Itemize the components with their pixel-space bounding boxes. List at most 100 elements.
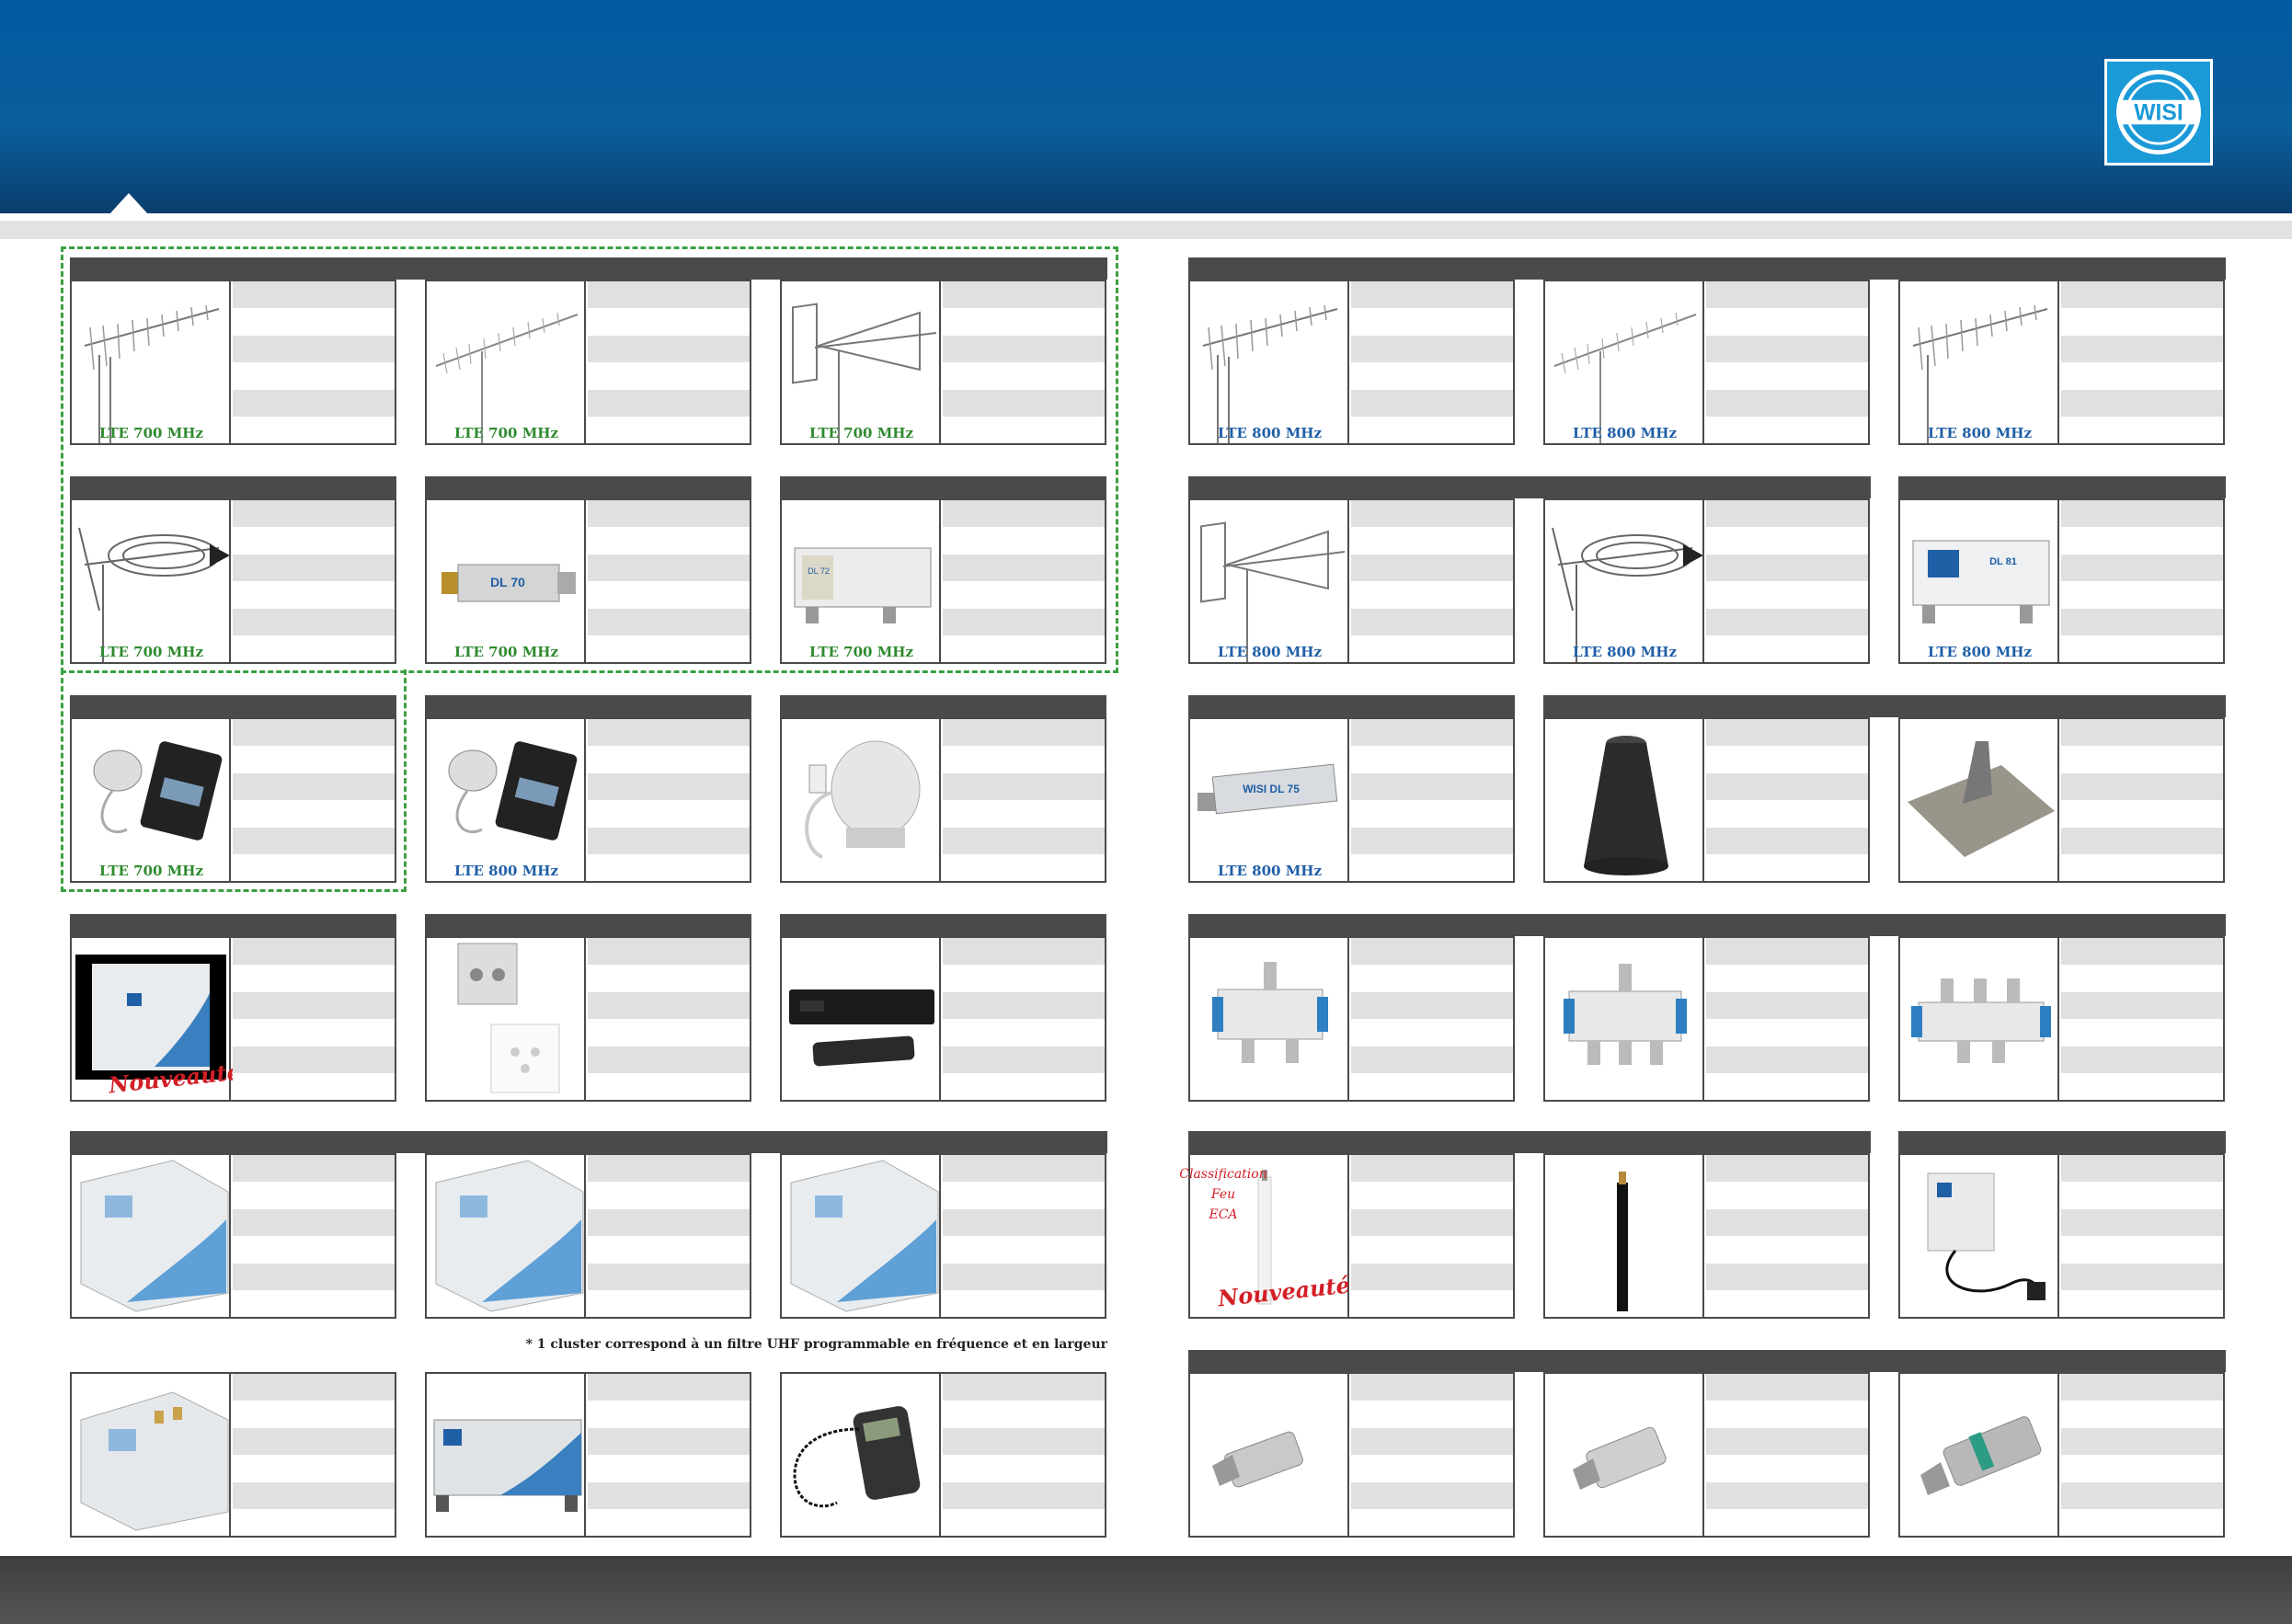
section-header — [780, 914, 1106, 936]
spec-table — [233, 281, 395, 443]
product-card[interactable] — [1898, 717, 2225, 883]
reflector-antenna-icon — [1545, 500, 1704, 662]
product-card[interactable]: Classification Feu ECA Nouveauté — [1179, 1153, 1515, 1319]
lte700-label: LTE 700 MHz — [809, 425, 913, 441]
section-header — [425, 695, 751, 717]
lte-filter-icon: DL 70 — [427, 500, 586, 662]
spec-table — [588, 281, 750, 443]
splitter-icon — [1900, 938, 2059, 1100]
section-header — [780, 476, 1106, 498]
section-header — [1188, 1131, 1871, 1153]
spec-table — [588, 500, 750, 662]
product-card[interactable]: LTE 800 MHz — [1188, 498, 1515, 664]
spec-table — [943, 281, 1105, 443]
spec-table — [233, 500, 395, 662]
spec-table — [233, 1155, 395, 1317]
spec-table — [588, 1374, 750, 1536]
classification-label: Classification — [1179, 1167, 1267, 1182]
product-card[interactable] — [780, 1372, 1106, 1538]
lte700-label: LTE 700 MHz — [809, 644, 913, 660]
product-card[interactable] — [780, 717, 1106, 883]
product-card[interactable] — [1543, 936, 1870, 1102]
product-card[interactable]: LTE 700 MHz — [70, 498, 396, 664]
product-card[interactable]: LTE 700 MHz — [70, 280, 396, 445]
spec-table — [2061, 938, 2223, 1100]
section-header — [1898, 476, 2226, 498]
spec-table — [943, 719, 1105, 881]
spec-table — [1706, 1155, 1868, 1317]
product-card[interactable] — [1898, 1153, 2225, 1319]
product-card[interactable]: DL 72 LTE 700 MHz — [780, 498, 1106, 664]
splitter-icon — [1545, 938, 1704, 1100]
spec-table — [2061, 719, 2223, 881]
product-card[interactable] — [1188, 1372, 1515, 1538]
spec-table — [943, 938, 1105, 1100]
product-card[interactable]: LTE 800 MHz — [425, 717, 751, 883]
product-card[interactable] — [425, 1153, 751, 1319]
lte800-label: LTE 800 MHz — [1928, 425, 2032, 441]
section-header — [1188, 257, 2226, 280]
amplifier-power-supply-icon — [72, 719, 231, 881]
lte800-label: LTE 800 MHz — [1573, 644, 1677, 660]
product-card[interactable] — [70, 1153, 396, 1319]
product-card[interactable]: WISI DL 75 LTE 800 MHz — [1188, 717, 1515, 883]
product-card[interactable]: LTE 700 MHz — [70, 717, 396, 883]
lte700-label: LTE 700 MHz — [454, 644, 558, 660]
lte800-label: LTE 800 MHz — [1928, 644, 2032, 660]
product-card[interactable]: LTE 800 MHz — [1543, 280, 1870, 445]
product-card[interactable] — [780, 936, 1106, 1102]
product-card[interactable] — [1543, 1153, 1870, 1319]
lte800-label: LTE 800 MHz — [1218, 644, 1322, 660]
spec-table — [1351, 1374, 1513, 1536]
bowtie-antenna-icon — [782, 281, 941, 443]
section-header — [70, 1131, 1107, 1153]
product-card[interactable] — [1188, 936, 1515, 1102]
product-card[interactable] — [1898, 1372, 2225, 1538]
section-header — [1188, 1350, 2226, 1372]
product-card[interactable] — [1543, 1372, 1870, 1538]
spec-table — [2061, 1374, 2223, 1536]
section-header — [1188, 914, 2226, 936]
product-card[interactable]: LTE 700 MHz — [780, 280, 1106, 445]
product-card[interactable]: LTE 800 MHz — [1188, 280, 1515, 445]
spec-table — [2061, 281, 2223, 443]
svg-text:WISI DL 75: WISI DL 75 — [1243, 783, 1300, 795]
product-card[interactable]: Nouveauté — [70, 936, 396, 1102]
section-header — [70, 476, 396, 498]
bowtie-antenna-icon — [1190, 500, 1349, 662]
product-card[interactable] — [1543, 717, 1870, 883]
f-connector-icon — [1900, 1374, 2059, 1536]
product-card[interactable] — [780, 1153, 1106, 1319]
spec-table — [1351, 1155, 1513, 1317]
product-card[interactable]: LTE 700 MHz — [425, 280, 751, 445]
svg-text:DL 70: DL 70 — [490, 575, 525, 589]
product-card[interactable]: LTE 800 MHz — [1543, 498, 1870, 664]
logperiodic-antenna-icon — [1545, 281, 1704, 443]
svg-text:WISI: WISI — [2134, 101, 2183, 126]
section-header — [1188, 695, 1515, 717]
fire-classification-note: Classification Feu ECA — [1168, 1164, 1278, 1225]
cone-icon — [1545, 719, 1704, 881]
product-card[interactable]: LTE 800 MHz — [1898, 280, 2225, 445]
catalog-page: WISI LTE 700 MHz LTE 700 MHz LTE 700 MHz… — [0, 0, 2292, 1624]
spec-table — [1351, 938, 1513, 1100]
spec-table — [1706, 938, 1868, 1100]
spec-table — [1706, 719, 1868, 881]
amplifier-icon — [782, 1155, 941, 1317]
product-card[interactable]: DL 81 LTE 800 MHz — [1898, 498, 2225, 664]
product-card[interactable] — [70, 1372, 396, 1538]
reflector-antenna-icon — [72, 500, 231, 662]
grey-strip — [0, 221, 2292, 239]
spec-table — [1351, 281, 1513, 443]
lte800-label: LTE 800 MHz — [454, 863, 558, 879]
spec-table — [233, 938, 395, 1100]
product-card[interactable] — [425, 936, 751, 1102]
product-card[interactable] — [1898, 936, 2225, 1102]
footer-bar — [0, 1556, 2292, 1624]
splitter-icon — [1190, 938, 1349, 1100]
product-card[interactable] — [425, 1372, 751, 1538]
section-header — [1188, 476, 1871, 498]
product-card[interactable]: DL 70 LTE 700 MHz — [425, 498, 751, 664]
spec-table — [233, 1374, 395, 1536]
amplifier-icon — [427, 1155, 586, 1317]
